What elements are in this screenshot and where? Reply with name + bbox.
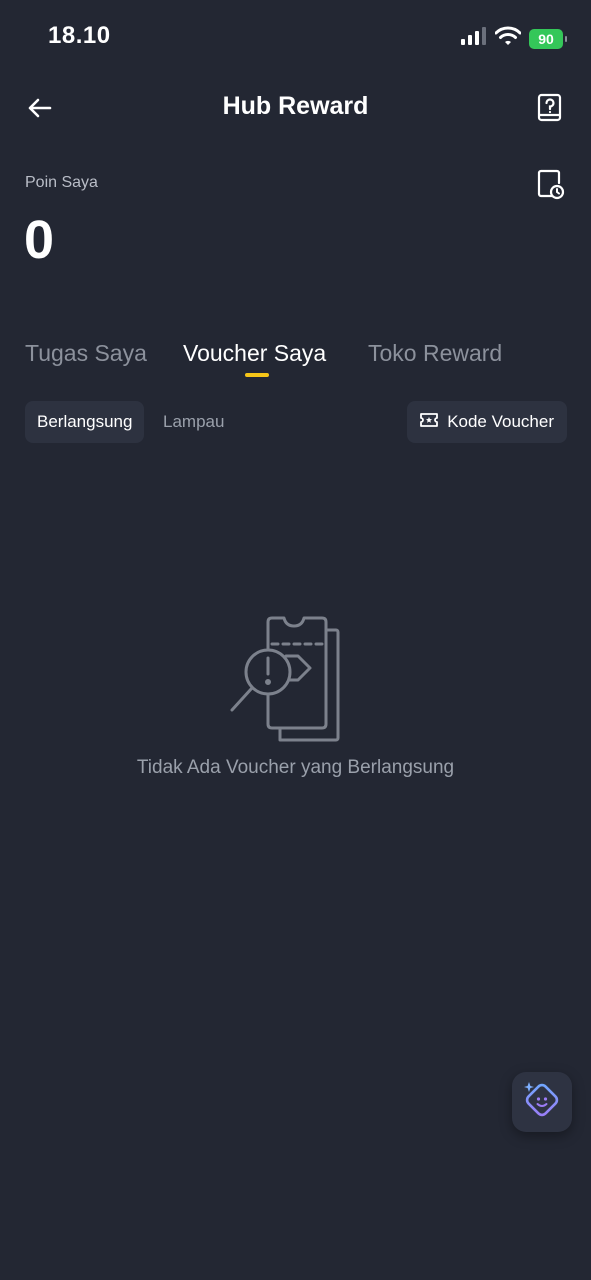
voucher-code-button[interactable]: Kode Voucher [407,401,567,443]
tab-tugas-saya[interactable]: Tugas Saya [25,340,147,367]
filter-lampau[interactable]: Lampau [151,401,236,443]
points-history-button[interactable] [535,168,565,200]
wifi-icon [494,26,522,51]
voucher-code-label: Kode Voucher [447,412,554,431]
points-label: Poin Saya [25,174,98,191]
status-bar: 18.10 90 [0,0,591,76]
page-title: Hub Reward [222,92,369,120]
tab-toko-reward[interactable]: Toko Reward [368,340,502,367]
history-document-icon [535,169,565,204]
tab-voucher-saya[interactable]: Voucher Saya [183,340,326,367]
empty-state-message: Tidak Ada Voucher yang Berlangsung [136,757,455,778]
active-tab-indicator [245,373,269,377]
status-time: 18.10 [48,22,111,49]
status-icons: 90 [461,26,567,51]
ai-assistant-button[interactable] [512,1072,572,1132]
ai-assistant-icon [520,1078,564,1127]
filter-berlangsung[interactable]: Berlangsung [25,401,145,443]
points-value: 0 [24,210,55,270]
battery-icon: 90 [529,28,567,49]
ticket-icon [419,411,439,434]
app-header: Hub Reward [0,76,591,140]
help-button[interactable] [535,92,565,124]
signal-icon [461,27,487,50]
help-book-icon [535,93,565,128]
battery-level: 90 [538,30,554,47]
voucher-search-illustration-icon [224,612,348,744]
